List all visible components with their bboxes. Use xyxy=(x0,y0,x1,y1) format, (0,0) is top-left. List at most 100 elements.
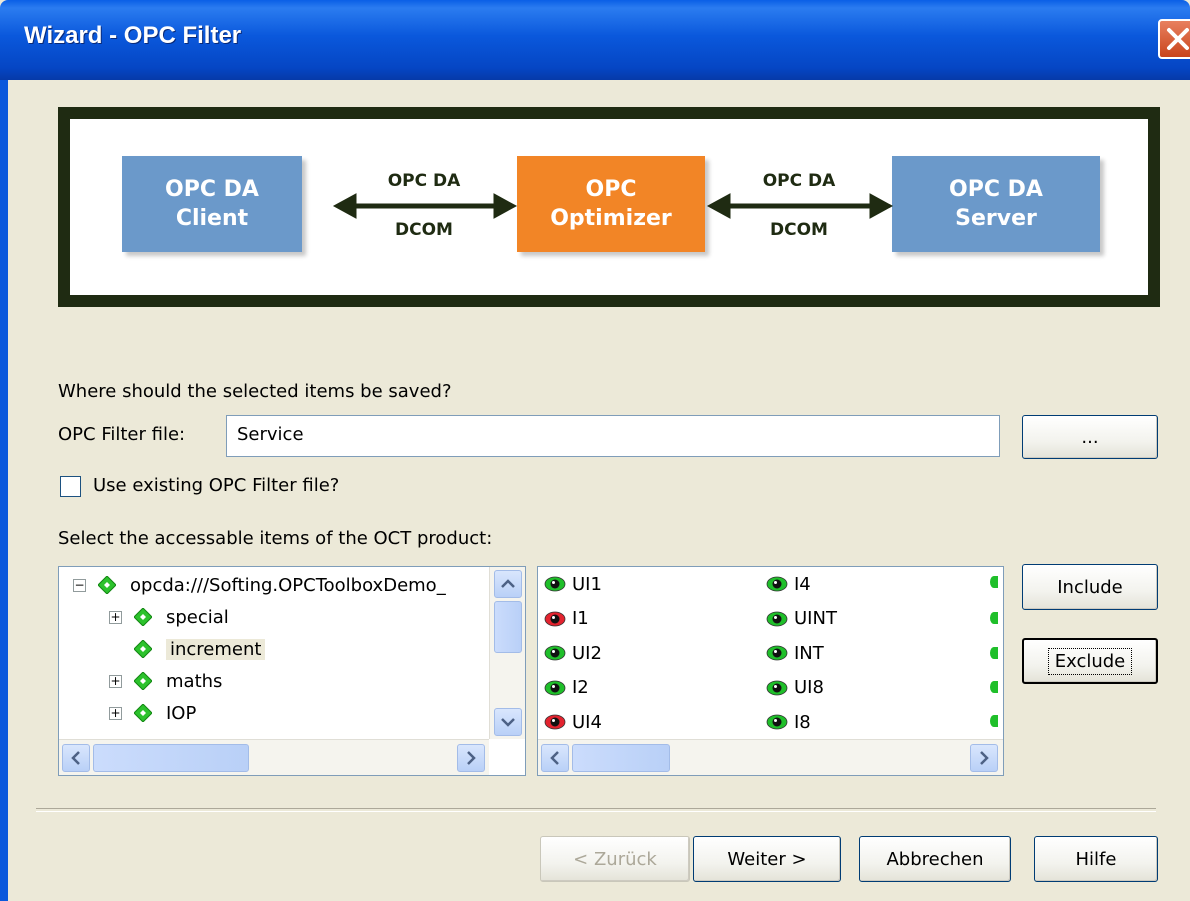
chevron-right-icon xyxy=(467,751,476,765)
item-label: INT xyxy=(794,642,824,664)
tree-node[interactable]: + IOP xyxy=(109,698,196,728)
cancel-button-label: Abbrechen xyxy=(886,848,984,870)
item-entry[interactable]: UI4 xyxy=(544,707,602,737)
tree-node-selected[interactable]: increment xyxy=(134,634,266,664)
tree-node[interactable]: + maths xyxy=(109,666,222,696)
right-double-arrow xyxy=(706,193,894,219)
items-horizontal-scrollbar[interactable] xyxy=(538,739,1003,775)
clipped-item-icon xyxy=(990,715,998,727)
item-entry[interactable]: I8 xyxy=(766,707,811,737)
browse-button-label: ... xyxy=(1081,426,1099,448)
diagram-server-box: OPC DA Server xyxy=(892,156,1100,252)
cancel-button[interactable]: Abbrechen xyxy=(859,836,1011,882)
item-entry[interactable]: INT xyxy=(766,638,824,668)
right-link-protocol: OPC DA xyxy=(762,171,836,191)
tree-node-label: IOP xyxy=(166,702,197,724)
clipped-item-icon xyxy=(990,681,998,693)
namespace-tree[interactable]: − opcda:///Softing.OPCToolboxDemo_ + spe… xyxy=(58,566,526,776)
expand-icon[interactable]: + xyxy=(109,706,122,720)
next-button[interactable]: Weiter > xyxy=(693,836,841,882)
server-line2: Server xyxy=(955,206,1037,231)
item-entry[interactable]: UI2 xyxy=(544,638,602,668)
item-entry[interactable]: UINT xyxy=(766,604,837,634)
included-status-icon xyxy=(544,576,566,592)
item-label: I4 xyxy=(794,573,811,595)
item-entry[interactable]: UI8 xyxy=(766,673,824,703)
include-button[interactable]: Include xyxy=(1022,564,1158,610)
include-button-label: Include xyxy=(1057,576,1123,598)
item-label: I1 xyxy=(572,608,589,629)
back-button[interactable]: < Zurück xyxy=(540,836,690,882)
right-link-transport: DCOM xyxy=(770,220,828,240)
tree-node[interactable]: + special xyxy=(109,602,229,632)
scroll-thumb[interactable] xyxy=(494,601,522,653)
included-status-icon xyxy=(766,576,788,592)
browse-button[interactable]: ... xyxy=(1022,415,1158,459)
node-diamond-icon xyxy=(134,672,152,690)
use-existing-checkbox[interactable] xyxy=(60,476,81,497)
excluded-status-icon xyxy=(544,611,566,626)
next-button-label: Weiter > xyxy=(727,848,807,870)
client-line1: OPC DA xyxy=(165,177,259,202)
tree-node-label: maths xyxy=(166,670,223,692)
included-status-icon xyxy=(544,680,566,695)
tree-root[interactable]: − opcda:///Softing.OPCToolboxDemo_ xyxy=(73,570,446,600)
expand-icon[interactable]: + xyxy=(109,610,122,624)
tree-vertical-scrollbar[interactable] xyxy=(489,567,525,739)
clipped-item-icon xyxy=(990,576,998,588)
scroll-thumb[interactable] xyxy=(572,744,670,772)
scroll-down-button[interactable] xyxy=(494,708,522,736)
close-button[interactable] xyxy=(1158,19,1190,59)
chevron-left-icon xyxy=(71,751,80,765)
item-entry[interactable]: UI1 xyxy=(544,569,602,599)
item-label: UI8 xyxy=(794,677,824,698)
chevron-left-icon xyxy=(550,751,559,765)
node-diamond-icon xyxy=(98,576,116,594)
use-existing-label: Use existing OPC Filter file? xyxy=(93,475,340,496)
expand-icon[interactable]: + xyxy=(109,674,122,688)
scroll-up-button[interactable] xyxy=(494,570,522,598)
tree-horizontal-scrollbar[interactable] xyxy=(59,739,489,775)
server-line1: OPC DA xyxy=(949,177,1043,202)
close-icon xyxy=(1167,28,1189,50)
filter-file-label: OPC Filter file: xyxy=(58,424,186,445)
window-title: Wizard - OPC Filter xyxy=(24,22,242,49)
scroll-thumb[interactable] xyxy=(93,744,249,772)
help-button[interactable]: Hilfe xyxy=(1034,836,1158,882)
filter-file-input[interactable]: Service xyxy=(226,415,1000,457)
left-double-arrow xyxy=(332,193,518,219)
scroll-left-button[interactable] xyxy=(62,744,90,772)
item-label: I8 xyxy=(794,711,811,733)
item-entry[interactable]: I4 xyxy=(766,569,811,599)
diagram-client-box: OPC DA Client xyxy=(122,156,302,252)
footer-separator xyxy=(36,808,1156,812)
left-link-transport: DCOM xyxy=(395,220,453,240)
excluded-status-icon xyxy=(544,714,566,730)
back-button-label: < Zurück xyxy=(573,848,657,870)
item-label: I2 xyxy=(572,677,589,698)
client-line2: Client xyxy=(175,206,249,231)
included-status-icon xyxy=(544,645,566,661)
left-link-protocol: OPC DA xyxy=(387,171,461,191)
included-status-icon xyxy=(766,645,788,661)
exclude-button-label: Exclude xyxy=(1047,647,1133,675)
node-diamond-icon xyxy=(134,704,152,722)
window-border xyxy=(0,80,8,901)
included-status-icon xyxy=(766,611,788,626)
help-button-label: Hilfe xyxy=(1075,848,1117,870)
scroll-right-button[interactable] xyxy=(457,744,485,772)
select-items-label: Select the accessable items of the OCT p… xyxy=(58,528,493,549)
item-entry[interactable]: I2 xyxy=(544,673,589,703)
clipped-item-icon xyxy=(990,612,998,624)
collapse-icon[interactable]: − xyxy=(73,578,86,592)
chevron-down-icon xyxy=(501,718,515,727)
scroll-right-button[interactable] xyxy=(970,744,998,772)
included-status-icon xyxy=(766,714,788,730)
chevron-right-icon xyxy=(980,751,989,765)
exclude-button[interactable]: Exclude xyxy=(1022,638,1158,684)
items-list[interactable]: UI1 I1 UI2 I2 UI4 I4 UINT INT UI8 I8 xyxy=(537,566,1004,776)
item-entry[interactable]: I1 xyxy=(544,604,589,634)
scroll-left-button[interactable] xyxy=(541,744,569,772)
item-label: UI4 xyxy=(572,711,602,733)
item-label: UI2 xyxy=(572,642,602,664)
